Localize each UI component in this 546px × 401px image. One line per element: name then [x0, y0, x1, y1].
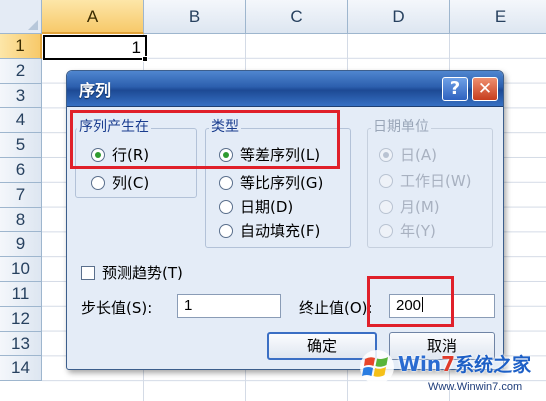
radio-unchecked-icon: [379, 173, 393, 188]
column-headers: A B C D E: [42, 0, 546, 34]
column-header-d[interactable]: D: [348, 0, 450, 34]
help-button[interactable]: ?: [442, 77, 468, 101]
row-header-12[interactable]: 12: [0, 306, 42, 332]
radio-growth-label: 等比序列(G): [240, 174, 324, 192]
radio-unchecked-icon: [219, 223, 233, 238]
radio-weekday[interactable]: 工作日(W): [379, 170, 472, 191]
highlight-box-series-type: [70, 110, 340, 169]
row-header-13[interactable]: 13: [0, 331, 42, 357]
radio-unchecked-icon: [219, 199, 233, 214]
help-icon: ?: [449, 78, 461, 99]
row-header-2[interactable]: 2: [0, 58, 42, 84]
row-header-4[interactable]: 4: [0, 108, 42, 134]
column-header-a[interactable]: A: [42, 0, 144, 34]
date-unit-label: 日期单位: [371, 116, 431, 136]
close-icon: ✕: [477, 79, 493, 99]
row-header-11[interactable]: 11: [0, 281, 42, 307]
step-value-input[interactable]: 1: [177, 294, 281, 318]
radio-unchecked-icon: [379, 199, 393, 214]
radio-checked-icon: [379, 147, 393, 162]
row-header-6[interactable]: 6: [0, 157, 42, 183]
watermark: Win7系统之家 Www.Winwin7.com: [358, 344, 546, 401]
column-header-e[interactable]: E: [450, 0, 546, 34]
radio-month-label: 月(M): [400, 198, 440, 216]
radio-day-label: 日(A): [400, 146, 437, 164]
step-value-label: 步长值(S):: [81, 299, 153, 317]
radio-date[interactable]: 日期(D): [219, 196, 293, 217]
radio-day[interactable]: 日(A): [379, 144, 437, 165]
checkbox-unchecked-icon: [81, 265, 95, 280]
watermark-url: Www.Winwin7.com: [428, 381, 523, 393]
radio-year[interactable]: 年(Y): [379, 220, 436, 241]
row-header-14[interactable]: 14: [0, 356, 42, 382]
radio-month[interactable]: 月(M): [379, 196, 440, 217]
dialog-titlebar[interactable]: 序列 ? ✕: [67, 71, 503, 107]
stop-value-label: 终止值(O):: [299, 299, 373, 317]
windows-logo-icon: [360, 350, 394, 384]
row-header-5[interactable]: 5: [0, 133, 42, 158]
radio-autofill-label: 自动填充(F): [240, 222, 321, 240]
row-header-1[interactable]: 1: [0, 34, 42, 59]
radio-growth[interactable]: 等比序列(G): [219, 172, 323, 193]
row-header-10[interactable]: 10: [0, 257, 42, 282]
cell-a1[interactable]: 1: [43, 35, 147, 60]
column-header-c[interactable]: C: [246, 0, 348, 34]
radio-year-label: 年(Y): [400, 222, 436, 240]
row-header-8[interactable]: 8: [0, 207, 42, 233]
trend-checkbox-label: 预测趋势(T): [102, 264, 183, 282]
radio-weekday-label: 工作日(W): [400, 172, 472, 190]
radio-columns[interactable]: 列(C): [91, 172, 149, 193]
watermark-brand-seven: 7: [441, 352, 456, 376]
radio-unchecked-icon: [379, 223, 393, 238]
close-button[interactable]: ✕: [472, 77, 498, 101]
radio-unchecked-icon: [219, 175, 233, 190]
column-header-b[interactable]: B: [144, 0, 246, 34]
radio-columns-label: 列(C): [112, 174, 150, 192]
watermark-brand-sys: 系统之家: [455, 354, 532, 376]
row-header-7[interactable]: 7: [0, 182, 42, 208]
watermark-brand-win: Win: [398, 352, 442, 376]
highlight-box-stop-value: [367, 276, 454, 327]
watermark-brand: Win7系统之家: [398, 350, 531, 377]
radio-unchecked-icon: [91, 175, 105, 190]
select-all-corner[interactable]: [0, 0, 42, 34]
dialog-title: 序列: [79, 81, 112, 100]
fill-handle[interactable]: [142, 56, 148, 62]
row-header-3[interactable]: 3: [0, 83, 42, 109]
radio-date-label: 日期(D): [240, 198, 294, 216]
radio-autofill[interactable]: 自动填充(F): [219, 220, 320, 241]
series-dialog: 序列 ? ✕ 序列产生在 行(R) 列(C) 类型 等差序列(L) 等比序列(G…: [66, 70, 504, 370]
trend-checkbox[interactable]: 预测趋势(T): [81, 262, 183, 283]
row-header-9[interactable]: 9: [0, 232, 42, 258]
row-headers: 1 2 3 4 5 6 7 8 9 10 11 12 13 14: [0, 34, 42, 382]
